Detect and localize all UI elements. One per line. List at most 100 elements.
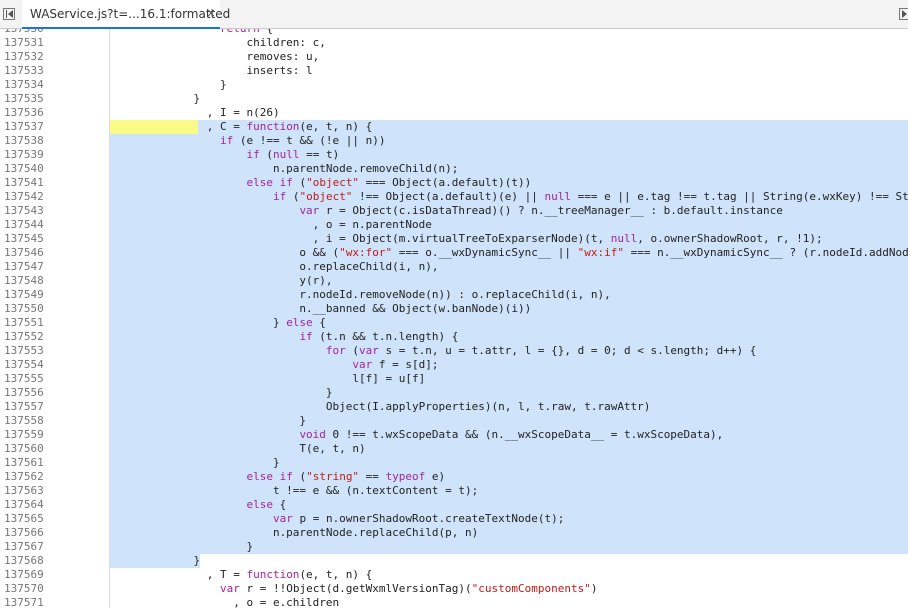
code-line[interactable]: 137555 l[f] = u[f] xyxy=(0,372,908,386)
code-line[interactable]: 137552 if (t.n && t.n.length) { xyxy=(0,330,908,344)
code-text: n.__banned && Object(w.banNode)(i)) xyxy=(114,302,532,315)
line-number[interactable]: 137537 xyxy=(4,120,64,134)
code-text: inserts: l xyxy=(114,64,313,77)
code-line[interactable]: 137535 } xyxy=(0,92,908,106)
code-line[interactable]: 137570 var r = !!Object(d.getWxmlVersion… xyxy=(0,582,908,596)
line-number[interactable]: 137543 xyxy=(4,204,64,218)
code-line[interactable]: 137541 else if ("object" === Object(a.de… xyxy=(0,176,908,190)
line-number[interactable]: 137547 xyxy=(4,260,64,274)
code-text: y(r), xyxy=(114,274,333,287)
line-number[interactable]: 137568 xyxy=(4,554,64,568)
line-number[interactable]: 137533 xyxy=(4,64,64,78)
line-number[interactable]: 137542 xyxy=(4,190,64,204)
code-line[interactable]: 137571 , o = e.children xyxy=(0,596,908,608)
code-line[interactable]: 137569 , T = function(e, t, n) { xyxy=(0,568,908,582)
code-line[interactable]: 137568 } xyxy=(0,554,908,568)
code-line[interactable]: 137562 else if ("string" == typeof e) xyxy=(0,470,908,484)
line-number[interactable]: 137552 xyxy=(4,330,64,344)
line-number[interactable]: 137536 xyxy=(4,106,64,120)
code-line[interactable]: 137537 , C = function(e, t, n) { xyxy=(0,120,908,134)
line-number[interactable]: 137541 xyxy=(4,176,64,190)
keyword: var xyxy=(352,358,373,371)
toggle-navigator-icon[interactable] xyxy=(3,8,15,20)
line-number[interactable]: 137555 xyxy=(4,372,64,386)
code-line[interactable]: 137534 } xyxy=(0,78,908,92)
line-number[interactable]: 137549 xyxy=(4,288,64,302)
line-number[interactable]: 137564 xyxy=(4,498,64,512)
line-number[interactable]: 137544 xyxy=(4,218,64,232)
line-number[interactable]: 137556 xyxy=(4,386,64,400)
line-number[interactable]: 137557 xyxy=(4,400,64,414)
keyword: if xyxy=(272,190,287,203)
code-text: var f = s[d]; xyxy=(352,358,439,371)
code-line[interactable]: 137549 r.nodeId.removeNode(n)) : o.repla… xyxy=(0,288,908,302)
line-number[interactable]: 137569 xyxy=(4,568,64,582)
toggle-sidebar-icon[interactable] xyxy=(899,8,908,20)
code-line[interactable]: 137536 , I = n(26) xyxy=(0,106,908,120)
code-line[interactable]: 137559 void 0 !== t.wxScopeData && (n.__… xyxy=(0,428,908,442)
code-line[interactable]: 137540 n.parentNode.removeChild(n); xyxy=(0,162,908,176)
code-line[interactable]: 137533 inserts: l xyxy=(0,64,908,78)
line-number[interactable]: 137532 xyxy=(4,50,64,64)
line-number[interactable]: 137559 xyxy=(4,428,64,442)
code-line[interactable]: 137558 } xyxy=(0,414,908,428)
close-icon[interactable]: × xyxy=(206,6,216,20)
code-line[interactable]: 137531 children: c, xyxy=(0,36,908,50)
line-number[interactable]: 137548 xyxy=(4,274,64,288)
line-number[interactable]: 137545 xyxy=(4,232,64,246)
code-line[interactable]: 137544 , o = n.parentNode xyxy=(0,218,908,232)
line-number[interactable]: 137538 xyxy=(4,134,64,148)
code-line[interactable]: 137539 if (null == t) xyxy=(0,148,908,162)
line-number[interactable]: 137540 xyxy=(4,162,64,176)
code-text: else if ("object" === Object(a.default)(… xyxy=(246,176,532,189)
code-line[interactable]: 137564 else { xyxy=(0,498,908,512)
line-number[interactable]: 137554 xyxy=(4,358,64,372)
line-number[interactable]: 137562 xyxy=(4,470,64,484)
code-line[interactable]: 137545 , i = Object(m.virtualTreeToExpar… xyxy=(0,232,908,246)
line-number[interactable]: 137546 xyxy=(4,246,64,260)
code-line[interactable]: 137561 } xyxy=(0,456,908,470)
line-number[interactable]: 137550 xyxy=(4,302,64,316)
line-number[interactable]: 137531 xyxy=(4,36,64,50)
code-line[interactable]: 137543 var r = Object(c.isDataThread)() … xyxy=(0,204,908,218)
code-editor[interactable]: 137530 return {137531 children: c,137532… xyxy=(0,29,908,608)
code-line[interactable]: 137532 removes: u, xyxy=(0,50,908,64)
keyword: null xyxy=(272,148,300,161)
line-number[interactable]: 137565 xyxy=(4,512,64,526)
line-number[interactable]: 137553 xyxy=(4,344,64,358)
code-line[interactable]: 137548 y(r), xyxy=(0,274,908,288)
line-number[interactable]: 137530 xyxy=(4,29,64,36)
tab-waservice[interactable]: WAService.js?t=...16.1:formatted × xyxy=(22,0,230,29)
line-number[interactable]: 137551 xyxy=(4,316,64,330)
code-line[interactable]: 137542 if ("object" !== Object(a.default… xyxy=(0,190,908,204)
code-line[interactable]: 137538 if (e !== t && (!e || n)) xyxy=(0,134,908,148)
code-line[interactable]: 137550 n.__banned && Object(w.banNode)(i… xyxy=(0,302,908,316)
code-line[interactable]: 137554 var f = s[d]; xyxy=(0,358,908,372)
line-number[interactable]: 137558 xyxy=(4,414,64,428)
code-line[interactable]: 137547 o.replaceChild(i, n), xyxy=(0,260,908,274)
code-text: } else { xyxy=(114,316,326,329)
keyword: return xyxy=(220,29,260,35)
line-number[interactable]: 137535 xyxy=(4,92,64,106)
line-number[interactable]: 137566 xyxy=(4,526,64,540)
code-line[interactable]: 137557 Object(I.applyProperties)(n, l, t… xyxy=(0,400,908,414)
code-line[interactable]: 137567 } xyxy=(0,540,908,554)
code-line[interactable]: 137551 } else { xyxy=(0,316,908,330)
line-number[interactable]: 137571 xyxy=(4,596,64,608)
code-line[interactable]: 137553 for (var s = t.n, u = t.attr, l =… xyxy=(0,344,908,358)
line-number[interactable]: 137539 xyxy=(4,148,64,162)
line-number[interactable]: 137570 xyxy=(4,582,64,596)
line-number[interactable]: 137563 xyxy=(4,484,64,498)
line-number[interactable]: 137567 xyxy=(4,540,64,554)
line-number[interactable]: 137560 xyxy=(4,442,64,456)
keyword: var xyxy=(272,512,293,525)
line-number[interactable]: 137534 xyxy=(4,78,64,92)
line-number[interactable]: 137561 xyxy=(4,456,64,470)
code-line[interactable]: 137563 t !== e && (n.textContent = t); xyxy=(0,484,908,498)
code-line[interactable]: 137560 T(e, t, n) xyxy=(0,442,908,456)
code-line[interactable]: 137556 } xyxy=(0,386,908,400)
code-line[interactable]: 137565 var p = n.ownerShadowRoot.createT… xyxy=(0,512,908,526)
code-line[interactable]: 137530 return { xyxy=(0,29,908,36)
code-line[interactable]: 137546 o && ("wx:for" === o.__wxDynamicS… xyxy=(0,246,908,260)
code-line[interactable]: 137566 n.parentNode.replaceChild(p, n) xyxy=(0,526,908,540)
